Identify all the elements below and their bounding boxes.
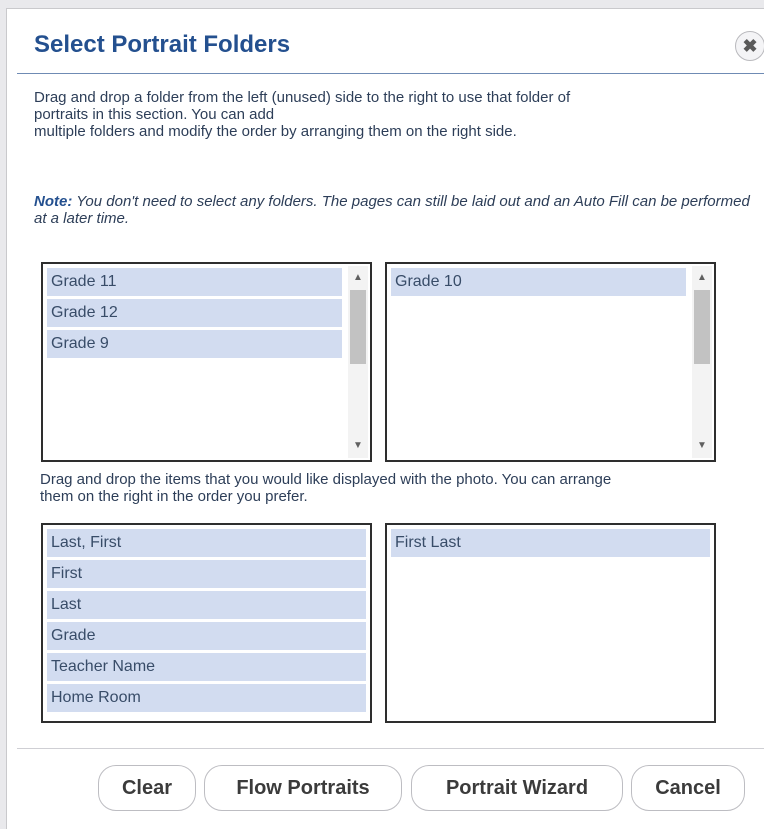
list-item[interactable]: Grade 12 bbox=[47, 299, 342, 327]
list-item[interactable]: Last, First bbox=[47, 529, 366, 557]
scrollbar-thumb[interactable] bbox=[694, 290, 710, 364]
list-item[interactable]: Last bbox=[47, 591, 366, 619]
scroll-down-arrow-icon[interactable]: ▼ bbox=[692, 436, 712, 456]
list-item[interactable]: Grade 11 bbox=[47, 268, 342, 296]
list-item[interactable]: Grade 9 bbox=[47, 330, 342, 358]
fields-instructions: Drag and drop the items that you would l… bbox=[40, 471, 760, 505]
folder-instructions-line: portraits in this section. You can add bbox=[34, 106, 275, 123]
flow-portraits-button[interactable]: Flow Portraits bbox=[204, 765, 402, 811]
scrollbar-thumb[interactable] bbox=[350, 290, 366, 364]
scroll-down-arrow-icon[interactable]: ▼ bbox=[348, 436, 368, 456]
note-body: You don't need to select any folders. Th… bbox=[34, 193, 750, 227]
fields-instructions-line: them on the right in the order you prefe… bbox=[40, 488, 308, 505]
list-item[interactable]: Home Room bbox=[47, 684, 366, 712]
select-portrait-folders-dialog: Select Portrait Folders ✖ Drag and drop … bbox=[6, 8, 764, 829]
footer-divider bbox=[17, 748, 764, 749]
folder-instructions: Drag and drop a folder from the left (un… bbox=[34, 89, 734, 140]
note-label: Note: bbox=[34, 193, 73, 210]
fields-instructions-line: Drag and drop the items that you would l… bbox=[40, 471, 612, 488]
folder-instructions-line: multiple folders and modify the order by… bbox=[34, 123, 517, 140]
dialog-title: Select Portrait Folders bbox=[34, 31, 291, 58]
scrollbar[interactable]: ▲ ▼ bbox=[348, 266, 368, 458]
scroll-up-arrow-icon[interactable]: ▲ bbox=[348, 268, 368, 288]
clear-button[interactable]: Clear bbox=[98, 765, 196, 811]
close-button[interactable]: ✖ bbox=[735, 31, 764, 61]
unused-folders-list[interactable]: Grade 11 Grade 12 Grade 9 ▲ ▼ bbox=[41, 262, 372, 462]
used-folders-list[interactable]: Grade 10 ▲ ▼ bbox=[385, 262, 716, 462]
note-text: Note: You don't need to select any folde… bbox=[34, 193, 762, 227]
list-item[interactable]: Grade 10 bbox=[391, 268, 686, 296]
scrollbar[interactable]: ▲ ▼ bbox=[692, 266, 712, 458]
scroll-up-arrow-icon[interactable]: ▲ bbox=[692, 268, 712, 288]
title-divider bbox=[17, 73, 764, 74]
folder-instructions-line: Drag and drop a folder from the left (un… bbox=[34, 89, 571, 106]
available-fields-list[interactable]: Last, First First Last Grade Teacher Nam… bbox=[41, 523, 372, 723]
list-item[interactable]: First bbox=[47, 560, 366, 588]
portrait-wizard-button[interactable]: Portrait Wizard bbox=[411, 765, 623, 811]
list-item[interactable]: Grade bbox=[47, 622, 366, 650]
list-item[interactable]: Teacher Name bbox=[47, 653, 366, 681]
close-icon: ✖ bbox=[742, 35, 758, 56]
selected-fields-list[interactable]: First Last bbox=[385, 523, 716, 723]
list-item[interactable]: First Last bbox=[391, 529, 710, 557]
cancel-button[interactable]: Cancel bbox=[631, 765, 745, 811]
